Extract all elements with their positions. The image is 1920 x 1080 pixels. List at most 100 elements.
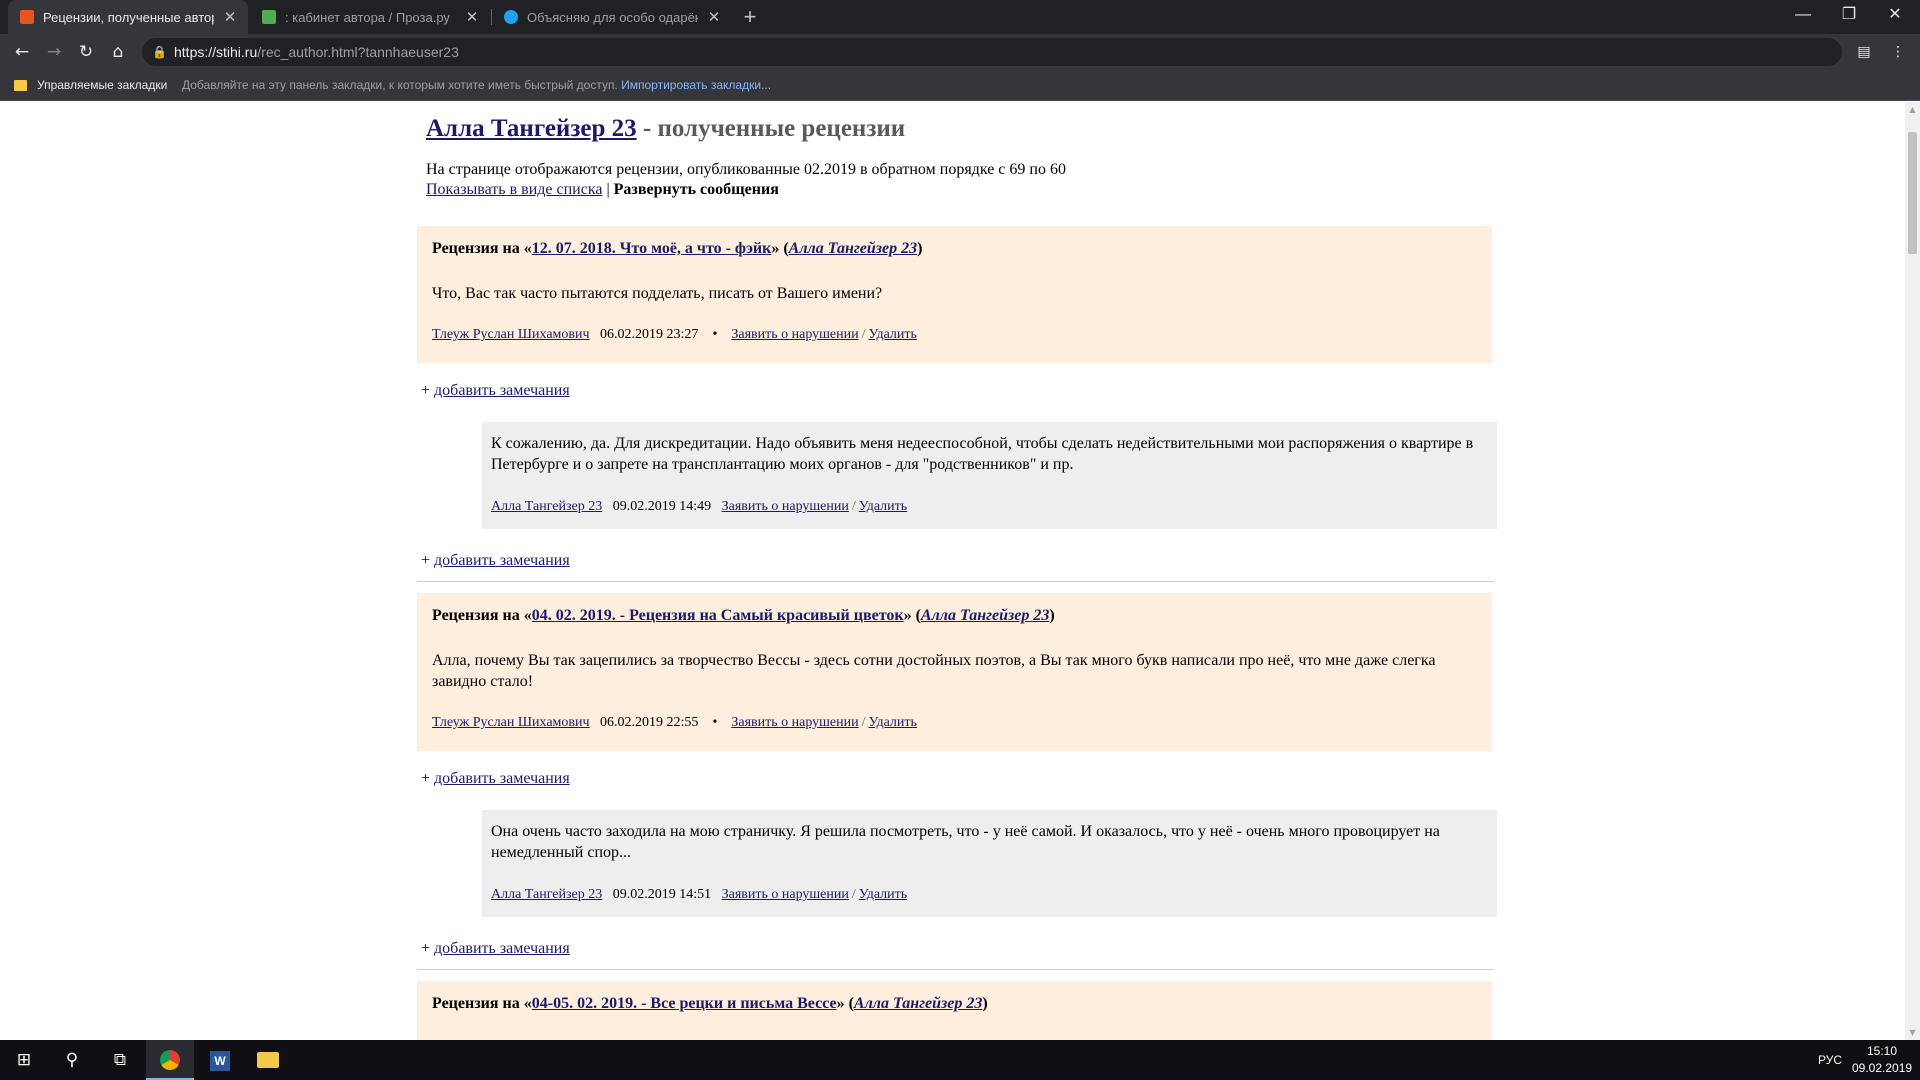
extension-icon[interactable]: ▤ <box>1850 38 1878 66</box>
divider <box>417 969 1494 970</box>
report-link[interactable]: Заявить о нарушении <box>731 715 858 730</box>
stihi-favicon-icon <box>20 10 34 24</box>
reply-meta: Алла Тангейзер 23 09.02.2019 14:49 Заяви… <box>491 499 907 515</box>
options-separator: | <box>602 181 614 198</box>
system-clock[interactable]: 15:10 09.02.2019 <box>1852 1043 1912 1077</box>
reload-icon[interactable]: ↻ <box>72 38 100 66</box>
close-icon[interactable]: ✕ <box>222 8 238 26</box>
review-text: Алла, почему Вы так зацепились за творче… <box>432 652 1436 690</box>
delete-link[interactable]: Удалить <box>859 499 907 514</box>
add-remark: + добавить замечания <box>421 382 570 400</box>
tab-proza-cabinet[interactable]: : кабинет автора / Проза.ру ✕ <box>250 0 490 34</box>
scroll-down-icon[interactable]: ▼ <box>1905 1025 1920 1040</box>
restore-icon[interactable]: ❐ <box>1826 0 1872 34</box>
tab-twitter[interactable]: Объясняю для особо одарённых ✕ <box>492 0 732 34</box>
expand-messages-label: Развернуть сообщения <box>613 181 779 198</box>
meta-bullet: • <box>712 327 718 342</box>
window-close-icon[interactable]: ✕ <box>1872 0 1918 34</box>
add-remark-plus: + <box>421 382 435 399</box>
minimize-icon[interactable]: — <box>1780 0 1826 34</box>
review-mid: » ( <box>903 607 921 624</box>
review-card: Рецензия на «12. 07. 2018. Что моё, а чт… <box>417 226 1492 363</box>
tab-title: : кабинет автора / Проза.ру <box>285 9 450 25</box>
add-remark: + добавить замечания <box>421 940 570 958</box>
add-remark: + добавить замечания <box>421 770 570 788</box>
reply-card: Она очень часто заходила на мою страничк… <box>482 810 1497 917</box>
add-remark-link[interactable]: добавить замечания <box>434 940 570 957</box>
add-remark-plus: + <box>421 940 435 957</box>
tab-reviews[interactable]: Рецензии, полученные автором ✕ <box>8 0 248 34</box>
proza-favicon-icon <box>262 10 276 24</box>
page-scrollbar[interactable]: ▲ ▼ <box>1905 102 1920 1040</box>
author-title-link[interactable]: Алла Тангейзер 23 <box>426 115 637 142</box>
home-icon[interactable]: ⌂ <box>104 38 132 66</box>
reply-meta: Алла Тангейзер 23 09.02.2019 14:51 Заяви… <box>491 887 907 903</box>
windows-taskbar: ⊞ ⚲ ⧉ W РУС 15:10 09.02.2019 <box>0 1040 1920 1080</box>
search-icon[interactable]: ⚲ <box>48 1040 96 1080</box>
add-remark-link[interactable]: добавить замечания <box>434 552 570 569</box>
scrollbar-thumb[interactable] <box>1908 132 1917 254</box>
reply-card: К сожалению, да. Для дискредитации. Надо… <box>482 422 1497 529</box>
address-bar[interactable]: 🔒 https://stihi.ru/rec_author.html?tannh… <box>142 38 1842 66</box>
reply-author-link[interactable]: Алла Тангейзер 23 <box>491 887 602 902</box>
show-as-list-link[interactable]: Показывать в виде списка <box>426 181 602 198</box>
reviewer-link[interactable]: Тлеуж Руслан Шихамович <box>432 327 590 342</box>
add-remark-link[interactable]: добавить замечания <box>434 770 570 787</box>
tab-title: Рецензии, полученные автором <box>43 9 214 25</box>
add-remark-link[interactable]: добавить замечания <box>434 382 570 399</box>
delete-link[interactable]: Удалить <box>869 327 917 342</box>
close-icon[interactable]: ✕ <box>464 8 480 26</box>
review-text: Что, Вас так часто пытаются подделать, п… <box>432 285 883 302</box>
review-heading: Рецензия на «04-05. 02. 2019. - Все рецк… <box>432 995 988 1013</box>
review-meta: Тлеуж Руслан Шихамович 06.02.2019 22:55 •… <box>432 715 917 731</box>
reply-date: 09.02.2019 14:51 <box>612 887 712 902</box>
report-link[interactable]: Заявить о нарушении <box>722 887 849 902</box>
review-work-link[interactable]: 12. 07. 2018. Что моё, а что - фэйк <box>532 240 772 257</box>
input-language[interactable]: РУС <box>1818 1040 1842 1080</box>
intro-text: На странице отображаются рецензии, опубл… <box>426 161 1066 178</box>
reply-text: К сожалению, да. Для дискредитации. Надо… <box>491 435 1474 473</box>
menu-kebab-icon[interactable]: ⋮ <box>1884 38 1912 66</box>
review-date: 06.02.2019 22:55 <box>600 715 699 730</box>
delete-link[interactable]: Удалить <box>859 887 907 902</box>
review-suffix: ) <box>982 995 988 1012</box>
review-work-link[interactable]: 04. 02. 2019. - Рецензия на Самый красив… <box>532 607 904 624</box>
forward-icon[interactable]: → <box>40 38 68 66</box>
import-bookmarks-link[interactable]: Импортировать закладки... <box>621 78 771 92</box>
windows-start-icon[interactable]: ⊞ <box>0 1040 48 1080</box>
meta-slash: / <box>851 887 856 902</box>
scroll-up-icon[interactable]: ▲ <box>1905 102 1920 117</box>
work-author-link[interactable]: Алла Тангейзер 23 <box>789 240 917 257</box>
reviewer-link[interactable]: Тлеуж Руслан Шихамович <box>432 715 590 730</box>
task-view-icon[interactable]: ⧉ <box>96 1040 144 1080</box>
bookmarks-hint-text: Добавляйте на эту панель закладки, к кот… <box>182 78 618 92</box>
report-link[interactable]: Заявить о нарушении <box>731 327 858 342</box>
review-prefix: Рецензия на « <box>432 995 532 1012</box>
url-path: /rec_author.html?tannhaeuser23 <box>257 44 459 60</box>
delete-link[interactable]: Удалить <box>869 715 917 730</box>
twitter-favicon-icon <box>504 10 518 24</box>
review-heading: Рецензия на «12. 07. 2018. Что моё, а чт… <box>432 240 922 258</box>
reply-author-link[interactable]: Алла Тангейзер 23 <box>491 499 602 514</box>
lock-icon: 🔒 <box>152 45 167 59</box>
bookmarks-bar: Управляемые закладки Добавляйте на эту п… <box>0 70 1920 101</box>
page-title: Алла Тангейзер 23 - полученные рецензии <box>426 115 905 143</box>
bookmarks-hint: Добавляйте на эту панель закладки, к кот… <box>182 70 771 101</box>
work-author-link[interactable]: Алла Тангейзер 23 <box>854 995 982 1012</box>
reply-text: Она очень часто заходила на мою страничк… <box>491 823 1440 861</box>
managed-bookmarks[interactable]: Управляемые закладки <box>37 70 167 101</box>
new-tab-button[interactable]: + <box>737 4 763 30</box>
url-host: https://stihi.ru <box>174 44 258 60</box>
word-icon[interactable]: W <box>196 1040 244 1080</box>
review-date: 06.02.2019 23:27 <box>600 327 699 342</box>
clock-time: 15:10 <box>1866 1044 1898 1058</box>
review-work-link[interactable]: 04-05. 02. 2019. - Все рецки и письма Ве… <box>532 995 837 1012</box>
title-suffix: - полученные рецензии <box>636 115 906 142</box>
back-icon[interactable]: ← <box>8 38 36 66</box>
close-icon[interactable]: ✕ <box>706 8 722 26</box>
chrome-icon[interactable] <box>146 1040 194 1080</box>
report-link[interactable]: Заявить о нарушении <box>722 499 849 514</box>
file-explorer-icon[interactable] <box>244 1040 292 1080</box>
work-author-link[interactable]: Алла Тангейзер 23 <box>921 607 1049 624</box>
review-card: Рецензия на «04. 02. 2019. - Рецензия на… <box>417 593 1492 751</box>
